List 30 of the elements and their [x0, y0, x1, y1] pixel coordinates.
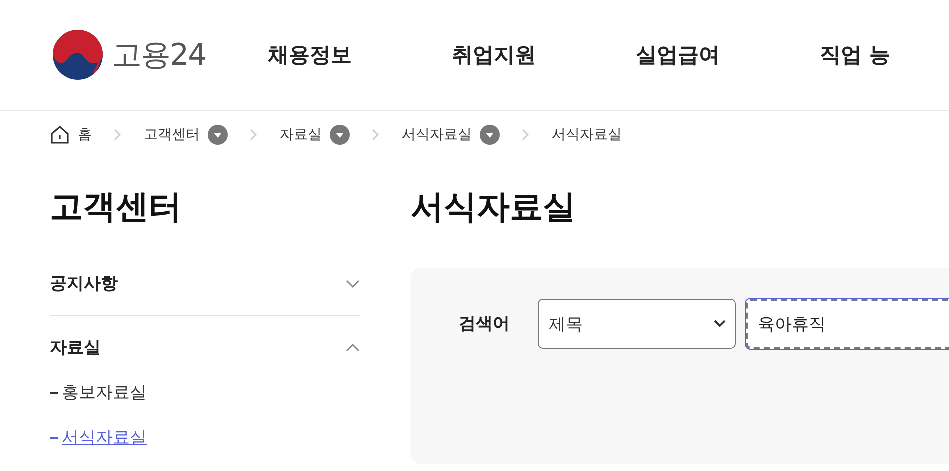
breadcrumb-item[interactable]: 고객센터 — [144, 126, 200, 144]
search-type-select[interactable]: 제목 — [538, 299, 736, 349]
caret-icon — [713, 319, 727, 329]
dropdown-icon[interactable] — [208, 125, 228, 145]
breadcrumb-item[interactable]: 서식자료실 — [402, 126, 472, 144]
breadcrumb-item[interactable]: 홈 — [78, 126, 92, 144]
search-label: 검색어 — [459, 313, 511, 336]
search-field[interactable]: 육아휴직 — [746, 299, 949, 349]
breadcrumb-item[interactable]: 서식자료실 — [552, 126, 622, 144]
nav-item[interactable]: 실업급여 — [636, 41, 720, 69]
chevron-icon — [522, 129, 530, 141]
sidebar-item[interactable]: 공지사항 — [50, 272, 118, 295]
sidebar-title: 고객센터 — [50, 186, 183, 228]
chevron-icon — [114, 129, 122, 141]
page-title: 서식자료실 — [411, 186, 577, 228]
nav-item[interactable]: 취업지원 — [452, 41, 536, 69]
sidebar-item[interactable]: 자료실 — [50, 336, 101, 359]
logo-text[interactable]: 고용24 — [112, 34, 206, 76]
home-icon — [50, 125, 70, 145]
dropdown-icon[interactable] — [480, 125, 500, 145]
nav-item[interactable]: 채용정보 — [268, 41, 352, 69]
nav-item[interactable]: 직업 능 — [820, 41, 890, 69]
dash-icon — [50, 392, 58, 394]
logo-icon — [52, 29, 104, 81]
chevron-icon — [250, 129, 258, 141]
submenu-link[interactable]: 홍보자료실 — [62, 381, 147, 404]
dropdown-icon[interactable] — [330, 125, 350, 145]
dash-icon — [50, 436, 58, 438]
chevron-icon — [372, 129, 380, 141]
breadcrumb-item[interactable]: 자료실 — [280, 126, 322, 144]
